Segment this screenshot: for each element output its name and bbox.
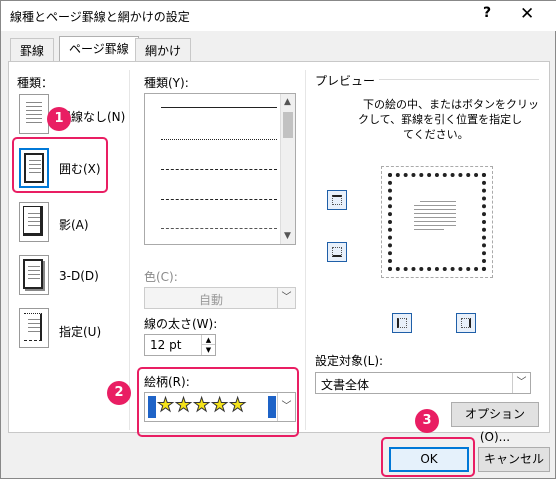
line-style-dotted[interactable] <box>161 139 277 140</box>
options-button[interactable]: オプション(O)... <box>451 402 539 444</box>
line-style-dash[interactable] <box>161 199 277 200</box>
preview-star-border <box>388 173 486 271</box>
bottom-border-button[interactable] <box>327 242 347 262</box>
setting-none-icon[interactable] <box>19 94 49 134</box>
setting-3d-label[interactable]: 3-D(D) <box>59 269 99 283</box>
width-input[interactable]: 12 pt ▲ ▼ <box>144 334 216 356</box>
apply-to-dropdown[interactable]: 文書全体 ﹀ <box>315 372 531 394</box>
title-bar: 線種とページ罫線と網かけの設定 ? ✕ <box>1 1 556 31</box>
apply-to-label: 設定対象(L): <box>315 354 384 368</box>
color-dropdown[interactable]: 自動 ﹀ <box>144 287 296 309</box>
step-badge-2: 2 <box>107 381 131 405</box>
preview-page[interactable] <box>381 166 493 278</box>
line-style-scrollbar[interactable]: ▲ ▼ <box>280 94 295 244</box>
line-style-short-dash[interactable] <box>161 169 277 170</box>
help-button[interactable]: ? <box>483 5 491 21</box>
right-border-button[interactable] <box>456 313 476 333</box>
highlight-ok <box>381 437 475 477</box>
line-style-list[interactable]: ▲ ▼ <box>144 93 296 245</box>
setting-3d-icon[interactable] <box>19 255 49 295</box>
spin-down-icon[interactable]: ▼ <box>201 345 215 355</box>
cancel-button[interactable]: キャンセル <box>478 447 550 472</box>
setting-shadow-label[interactable]: 影(A) <box>59 216 89 233</box>
preview-heading: プレビュー <box>315 74 376 88</box>
tab-shading[interactable]: 網かけ <box>135 38 192 61</box>
scroll-thumb[interactable] <box>283 112 293 138</box>
apply-to-value: 文書全体 <box>321 378 370 392</box>
top-border-button[interactable] <box>327 190 347 210</box>
color-label: 色(C): <box>144 270 178 284</box>
scroll-up-icon[interactable]: ▲ <box>284 97 291 107</box>
preview-instruction-2: クして、罫線を引く位置を指定し <box>358 113 523 126</box>
preview-instruction-1: 下の絵の中、またはボタンをクリッ <box>363 98 539 111</box>
step-badge-1: 1 <box>47 107 71 131</box>
chevron-down-icon: ﹀ <box>512 373 530 393</box>
chevron-down-icon: ﹀ <box>277 288 295 308</box>
line-style-solid[interactable] <box>161 107 277 108</box>
setting-heading: 種類： <box>17 76 54 90</box>
border-shading-dialog: 線種とページ罫線と網かけの設定 ? ✕ 罫線 ページ罫線 網かけ 種類： 罫線な… <box>0 0 556 479</box>
close-button[interactable]: ✕ <box>520 4 534 24</box>
highlight-art <box>137 367 299 437</box>
setting-custom-icon[interactable] <box>19 308 49 348</box>
tab-page-border[interactable]: ページ罫線 <box>59 36 139 61</box>
setting-shadow-icon[interactable] <box>19 202 49 242</box>
dialog-title: 線種とページ罫線と網かけの設定 <box>10 10 190 24</box>
color-value: 自動 <box>199 293 224 307</box>
width-label: 線の太さ(W): <box>144 317 218 331</box>
line-style-dash-dot[interactable] <box>161 228 277 229</box>
step-badge-3: 3 <box>415 409 439 433</box>
left-border-button[interactable] <box>392 313 412 333</box>
width-value: 12 pt <box>150 338 182 352</box>
setting-custom-label[interactable]: 指定(U) <box>59 323 101 340</box>
highlight-box-setting <box>12 137 108 193</box>
style-heading: 種類(Y): <box>144 76 189 90</box>
spin-up-icon[interactable]: ▲ <box>201 335 215 345</box>
preview-instruction-3: てください。 <box>403 128 469 141</box>
scroll-down-icon[interactable]: ▼ <box>284 231 291 241</box>
tab-borders[interactable]: 罫線 <box>10 38 55 61</box>
